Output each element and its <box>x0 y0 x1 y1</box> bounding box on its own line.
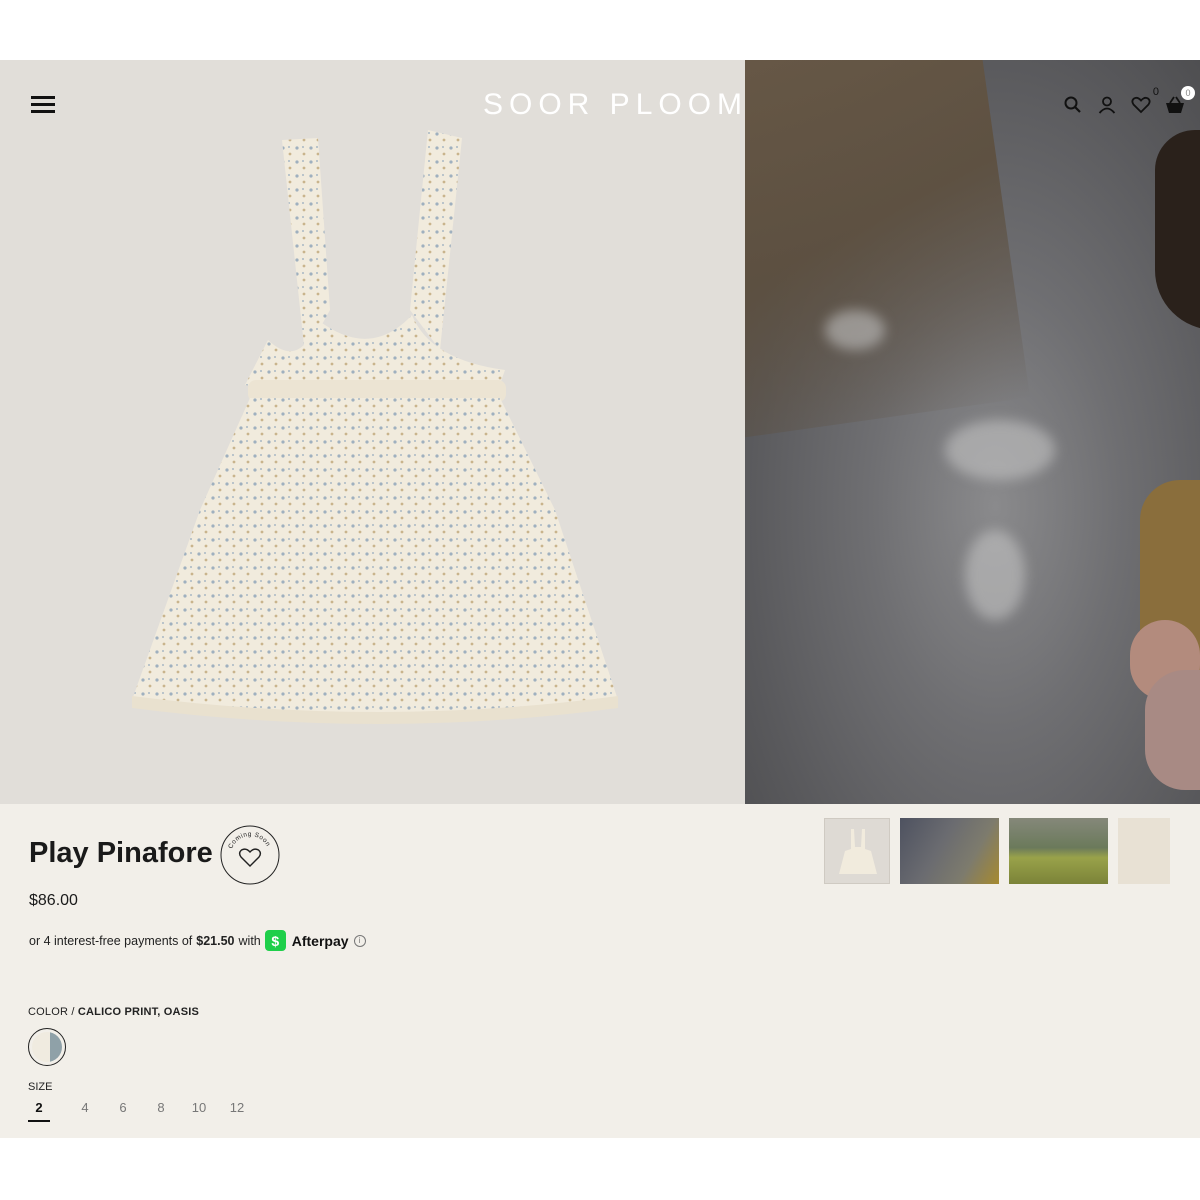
afterpay-brand: Afterpay <box>291 932 349 949</box>
thumbnail-product[interactable] <box>824 818 890 884</box>
pinafore-dress-image <box>132 130 618 724</box>
user-icon[interactable] <box>1096 94 1118 116</box>
color-label: COLOR / CALICO PRINT, OASIS <box>28 1006 200 1018</box>
header-actions: 0 0 <box>1062 86 1195 116</box>
wishlist-count: 0 <box>1152 86 1159 98</box>
lifestyle-image[interactable] <box>745 60 1200 804</box>
thumbnail-strip <box>824 818 1170 884</box>
size-option[interactable]: 6 <box>104 1100 142 1122</box>
afterpay-with: with <box>238 933 261 948</box>
hero-gallery <box>0 60 1200 804</box>
coming-soon-label: Coming Soon <box>227 831 271 850</box>
product-image-main[interactable] <box>0 60 745 804</box>
product-page: SOOR PLOOM 0 0 Play Pinafore Coming Soon… <box>0 60 1200 1138</box>
bag-count: 0 <box>1181 86 1195 100</box>
thumbnail-lifestyle-2[interactable] <box>1009 818 1108 884</box>
size-option[interactable]: 4 <box>66 1100 104 1122</box>
search-icon[interactable] <box>1062 94 1084 116</box>
color-value: CALICO PRINT, OASIS <box>77 1006 200 1018</box>
thumbnail-lifestyle-1[interactable] <box>900 818 999 884</box>
menu-icon[interactable] <box>31 96 55 116</box>
coming-soon-wishlist-button[interactable]: Coming Soon <box>219 824 281 886</box>
basket-icon[interactable]: 0 <box>1164 86 1195 116</box>
brand-logo[interactable]: SOOR PLOOM <box>483 88 748 122</box>
size-option[interactable]: 10 <box>180 1100 218 1122</box>
afterpay-logo-icon: $ <box>264 930 286 951</box>
product-price: $86.00 <box>29 892 78 909</box>
product-info: Play Pinafore Coming Soon $86.00 or 4 in… <box>0 804 1200 1138</box>
heart-outline-icon <box>238 848 262 867</box>
size-selector: 2 4 6 8 10 12 <box>28 1100 256 1122</box>
size-option[interactable]: 8 <box>142 1100 180 1122</box>
color-swatch-calico-print-oasis[interactable] <box>28 1028 66 1066</box>
afterpay-message: or 4 interest-free payments of $21.50 wi… <box>29 930 366 951</box>
size-option[interactable]: 2 <box>28 1100 50 1122</box>
size-option[interactable]: 12 <box>218 1100 256 1122</box>
afterpay-prefix: or 4 interest-free payments of <box>29 933 193 948</box>
product-title: Play Pinafore <box>29 837 213 869</box>
info-icon[interactable]: i <box>353 934 366 947</box>
heart-icon[interactable]: 0 <box>1130 86 1159 116</box>
size-label: SIZE <box>28 1081 53 1093</box>
thumbnail-fabric-detail[interactable] <box>1118 818 1170 884</box>
site-header: SOOR PLOOM 0 0 <box>0 60 1200 150</box>
afterpay-amount: $21.50 <box>196 933 235 948</box>
